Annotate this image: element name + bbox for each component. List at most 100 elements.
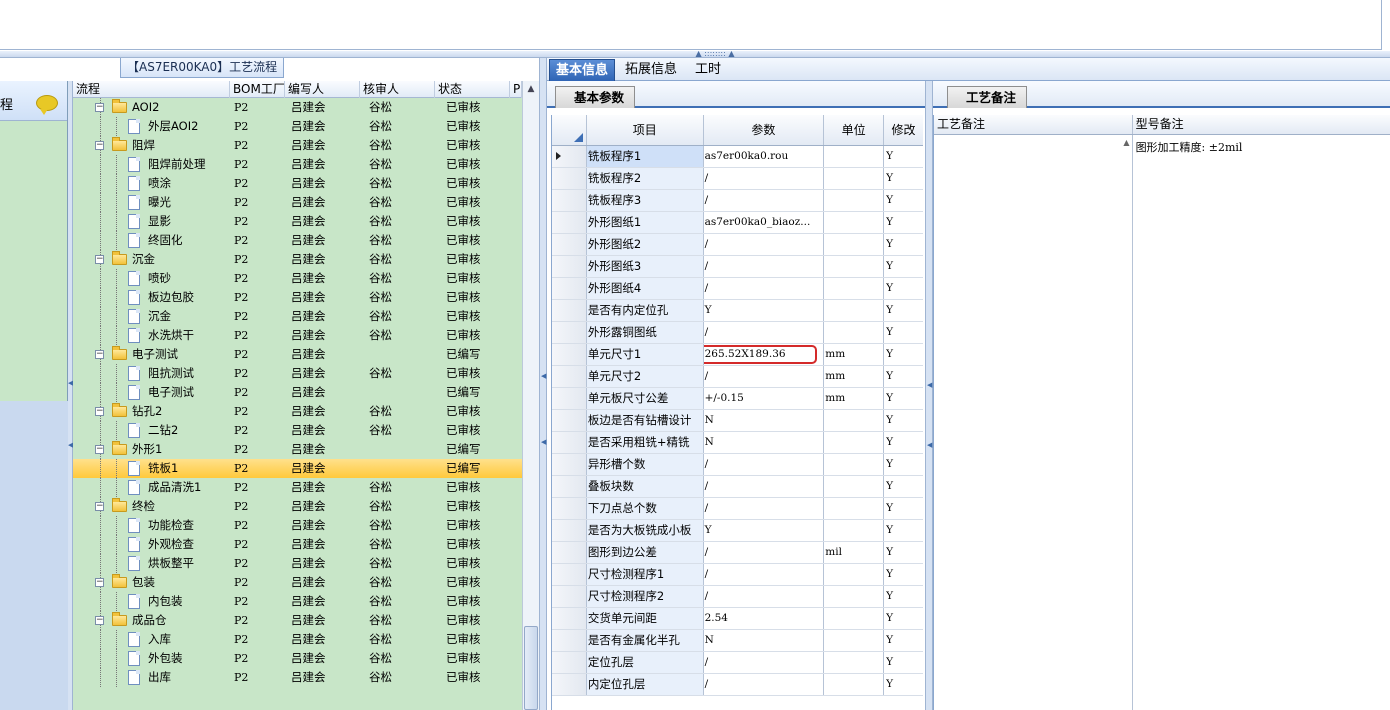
- param-unit-cell[interactable]: [824, 212, 885, 233]
- param-value-cell[interactable]: Y: [704, 300, 825, 321]
- param-modify-cell[interactable]: Y: [884, 278, 923, 299]
- tree-node[interactable]: 喷砂: [73, 269, 234, 288]
- row-indicator[interactable]: [552, 234, 587, 255]
- param-modify-cell[interactable]: Y: [884, 300, 923, 321]
- param-modify-cell[interactable]: Y: [884, 410, 923, 431]
- tree-node[interactable]: − AOI2: [73, 98, 234, 117]
- row-indicator[interactable]: [552, 410, 587, 431]
- tree-node[interactable]: 外层AOI2: [73, 117, 234, 136]
- param-row[interactable]: 叠板块数 / Y: [552, 476, 923, 498]
- param-unit-cell[interactable]: mm: [824, 366, 885, 387]
- row-indicator[interactable]: [552, 300, 587, 321]
- param-unit-cell[interactable]: [824, 410, 885, 431]
- param-row[interactable]: 异形槽个数 / Y: [552, 454, 923, 476]
- param-value-cell[interactable]: as7er00ka0_biaoz...: [704, 212, 825, 233]
- row-indicator[interactable]: [552, 652, 587, 673]
- param-value-cell[interactable]: /: [704, 168, 825, 189]
- param-modify-cell[interactable]: Y: [884, 652, 923, 673]
- param-unit-cell[interactable]: [824, 586, 885, 607]
- param-modify-cell[interactable]: Y: [884, 366, 923, 387]
- tree-node[interactable]: 入库: [73, 630, 234, 649]
- param-value-cell[interactable]: /: [704, 674, 825, 695]
- tree-node[interactable]: 阻焊前处理: [73, 155, 234, 174]
- row-indicator[interactable]: [552, 344, 587, 365]
- col-header-model-notes[interactable]: 型号备注: [1133, 115, 1390, 134]
- param-row[interactable]: 尺寸检测程序2 / Y: [552, 586, 923, 608]
- collapse-toggle-icon[interactable]: −: [95, 103, 104, 112]
- param-modify-cell[interactable]: Y: [884, 608, 923, 629]
- param-value-cell[interactable]: /: [704, 366, 825, 387]
- scroll-thumb[interactable]: [524, 626, 538, 710]
- tree-row[interactable]: 阻抗测试 P2 吕建会 谷松 已审核: [73, 364, 522, 383]
- collapse-arrow-icon[interactable]: ◀: [927, 381, 932, 389]
- col-header-unit[interactable]: 单位: [824, 115, 885, 145]
- col-header-writer[interactable]: 编写人: [285, 81, 360, 98]
- collapse-arrow-icon[interactable]: ◀: [541, 372, 546, 380]
- param-row[interactable]: 下刀点总个数 / Y: [552, 498, 923, 520]
- row-indicator[interactable]: [552, 586, 587, 607]
- param-row[interactable]: 是否为大板铣成小板 Y Y: [552, 520, 923, 542]
- param-row[interactable]: 铣板程序3 / Y: [552, 190, 923, 212]
- tree-node[interactable]: 出库: [73, 668, 234, 687]
- tree-node[interactable]: 外包装: [73, 649, 234, 668]
- param-modify-cell[interactable]: Y: [884, 344, 923, 365]
- param-value-cell[interactable]: /: [704, 234, 825, 255]
- tree-row[interactable]: 电子测试 P2 吕建会 已编写: [73, 383, 522, 402]
- param-modify-cell[interactable]: Y: [884, 564, 923, 585]
- tree-row[interactable]: − 终检 P2 吕建会 谷松 已审核: [73, 497, 522, 516]
- tree-node[interactable]: 沉金: [73, 307, 234, 326]
- col-header-status[interactable]: 状态: [435, 81, 510, 98]
- tab-process-notes[interactable]: 工艺备注: [947, 86, 1028, 108]
- tree-row[interactable]: 铣板1 P2 吕建会 已编写: [73, 459, 522, 478]
- tree-row[interactable]: 水洗烘干 P2 吕建会 谷松 已审核: [73, 326, 522, 345]
- param-modify-cell[interactable]: Y: [884, 476, 923, 497]
- tree-row[interactable]: 显影 P2 吕建会 谷松 已审核: [73, 212, 522, 231]
- tree-row[interactable]: − 包装 P2 吕建会 谷松 已审核: [73, 573, 522, 592]
- param-unit-cell[interactable]: [824, 300, 885, 321]
- param-modify-cell[interactable]: Y: [884, 322, 923, 343]
- col-header-process[interactable]: 流程: [73, 81, 230, 98]
- collapse-arrow-icon[interactable]: ◀: [927, 441, 932, 449]
- tree-row[interactable]: 外层AOI2 P2 吕建会 谷松 已审核: [73, 117, 522, 136]
- param-row[interactable]: 单元板尺寸公差 +/-0.15 mm Y: [552, 388, 923, 410]
- tab-basic-info[interactable]: 基本信息: [549, 59, 616, 81]
- scroll-up-icon[interactable]: ▲: [1123, 138, 1129, 147]
- tree-row[interactable]: − 外形1 P2 吕建会 已编写: [73, 440, 522, 459]
- tree-row[interactable]: − 电子测试 P2 吕建会 已编写: [73, 345, 522, 364]
- row-indicator[interactable]: [552, 520, 587, 541]
- param-modify-cell[interactable]: Y: [884, 212, 923, 233]
- collapse-toggle-icon[interactable]: −: [95, 255, 104, 264]
- tree-row[interactable]: 内包装 P2 吕建会 谷松 已审核: [73, 592, 522, 611]
- tree-row[interactable]: 入库 P2 吕建会 谷松 已审核: [73, 630, 522, 649]
- collapse-toggle-icon[interactable]: −: [95, 616, 104, 625]
- tree-node[interactable]: 水洗烘干: [73, 326, 234, 345]
- param-modify-cell[interactable]: Y: [884, 674, 923, 695]
- row-indicator[interactable]: [552, 608, 587, 629]
- param-value-cell[interactable]: 2.54: [704, 608, 825, 629]
- tree-node[interactable]: 电子测试: [73, 383, 234, 402]
- param-value-cell[interactable]: /: [704, 278, 825, 299]
- param-row[interactable]: 内定位孔层 / Y: [552, 674, 923, 696]
- param-modify-cell[interactable]: Y: [884, 520, 923, 541]
- vertical-splitter-middle[interactable]: ◀ ◀: [539, 58, 547, 710]
- tree-row[interactable]: 出库 P2 吕建会 谷松 已审核: [73, 668, 522, 687]
- param-row[interactable]: 铣板程序1 as7er00ka0.rou Y: [552, 146, 923, 168]
- tree-node[interactable]: 阻抗测试: [73, 364, 234, 383]
- param-unit-cell[interactable]: [824, 520, 885, 541]
- tree-node[interactable]: 曝光: [73, 193, 234, 212]
- row-indicator[interactable]: [552, 212, 587, 233]
- param-unit-cell[interactable]: [824, 476, 885, 497]
- param-row[interactable]: 尺寸检测程序1 / Y: [552, 564, 923, 586]
- param-value-cell[interactable]: N: [704, 410, 825, 431]
- param-modify-cell[interactable]: Y: [884, 586, 923, 607]
- tree-node[interactable]: 内包装: [73, 592, 234, 611]
- col-header-checker[interactable]: 核审人: [360, 81, 435, 98]
- tree-node[interactable]: 二钻2: [73, 421, 234, 440]
- tab-extended-info[interactable]: 拓展信息: [619, 59, 683, 81]
- scroll-up-icon[interactable]: ▲: [523, 81, 539, 98]
- tree-row[interactable]: − 钻孔2 P2 吕建会 谷松 已审核: [73, 402, 522, 421]
- tree-node[interactable]: 显影: [73, 212, 234, 231]
- tree-row[interactable]: 喷涂 P2 吕建会 谷松 已审核: [73, 174, 522, 193]
- tree-row[interactable]: 终固化 P2 吕建会 谷松 已审核: [73, 231, 522, 250]
- tree-row[interactable]: 喷砂 P2 吕建会 谷松 已审核: [73, 269, 522, 288]
